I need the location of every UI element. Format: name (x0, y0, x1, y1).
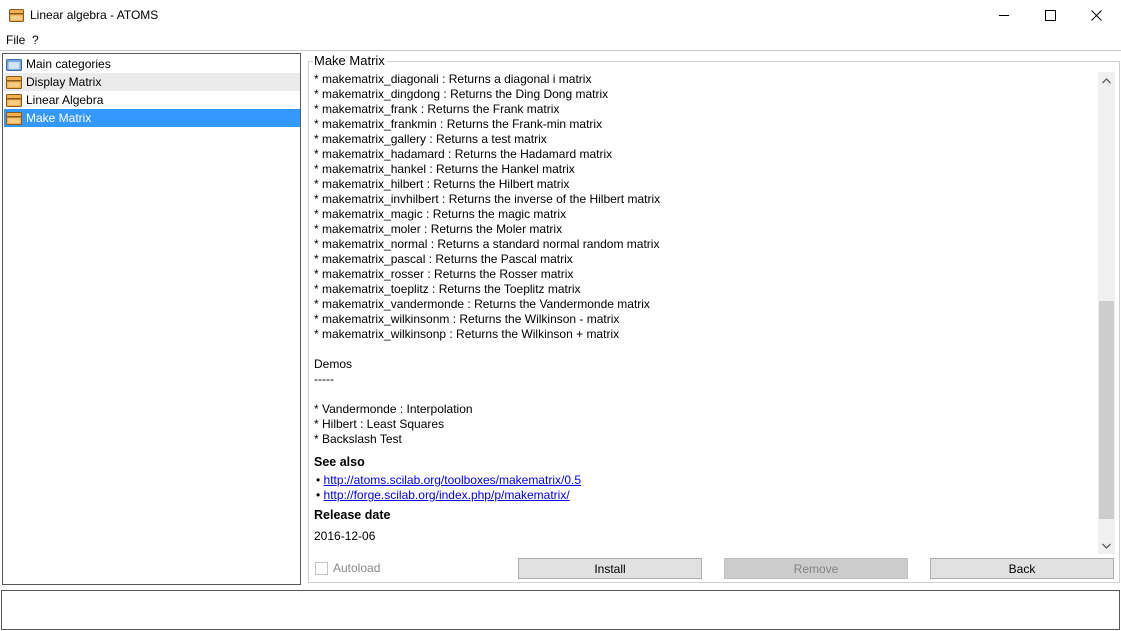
function-line: * makematrix_toeplitz : Returns the Toep… (314, 282, 581, 296)
maximize-icon (1044, 10, 1056, 21)
function-line: * makematrix_hilbert : Returns the Hilbe… (314, 177, 570, 191)
autoload-checkbox[interactable] (315, 561, 328, 575)
function-line: * makematrix_gallery : Returns a test ma… (314, 132, 547, 146)
menu-help[interactable]: ? (32, 33, 39, 47)
demo-line: * Vandermonde : Interpolation (314, 402, 473, 416)
tree-item-label: Make Matrix (26, 111, 92, 125)
vertical-scrollbar[interactable] (1098, 72, 1115, 554)
demos-heading: Demos (314, 357, 353, 371)
tree-item-main-categories[interactable]: Main categories (4, 55, 300, 73)
autoload-label: Autoload (333, 561, 381, 575)
maximize-button[interactable] (1027, 0, 1073, 31)
tree-item-make-matrix[interactable]: Make Matrix (4, 109, 300, 127)
tree-item-label: Main categories (26, 57, 111, 71)
remove-button[interactable]: Remove (724, 558, 908, 579)
function-line: * makematrix_wilkinsonm : Returns the Wi… (314, 312, 620, 326)
scroll-down-button[interactable] (1098, 537, 1115, 554)
forge-link[interactable]: http://forge.scilab.org/index.php/p/make… (324, 488, 570, 502)
see-also-heading: See also (314, 455, 365, 469)
minimize-button[interactable] (981, 0, 1027, 31)
function-line: * makematrix_hankel : Returns the Hankel… (314, 162, 575, 176)
module-description: * makematrix_diagonali : Returns a diago… (314, 72, 1094, 554)
demos-underline: ----- (314, 372, 334, 386)
function-line: * makematrix_frank : Returns the Frank m… (314, 102, 560, 116)
autoload-option: Autoload (315, 561, 380, 575)
folder-icon (6, 58, 22, 71)
function-line: * makematrix_normal : Returns a standard… (314, 237, 660, 251)
close-button[interactable] (1073, 0, 1119, 31)
module-title: Make Matrix (313, 53, 387, 68)
function-line: * makematrix_frankmin : Returns the Fran… (314, 117, 603, 131)
tree-item-linear-algebra[interactable]: Linear Algebra (4, 91, 300, 109)
function-line: * makematrix_hadamard : Returns the Hada… (314, 147, 613, 161)
menu-bar: File ? (0, 31, 1121, 50)
title-bar: Linear algebra - ATOMS (0, 0, 1121, 31)
package-icon (6, 111, 22, 125)
link-item: • http://atoms.scilab.org/toolboxes/make… (316, 473, 581, 487)
function-line: * makematrix_moler : Returns the Moler m… (314, 222, 563, 236)
function-line: * makematrix_magic : Returns the magic m… (314, 207, 567, 221)
window-title: Linear algebra - ATOMS (30, 8, 159, 22)
install-button[interactable]: Install (518, 558, 702, 579)
function-line: * makematrix_wilkinsonp : Returns the Wi… (314, 327, 620, 341)
scroll-thumb[interactable] (1099, 301, 1114, 519)
back-button[interactable]: Back (930, 558, 1114, 579)
close-icon (1090, 10, 1102, 21)
package-icon (6, 75, 22, 89)
atoms-app-icon (9, 9, 24, 22)
release-date-heading: Release date (314, 508, 391, 522)
menu-file[interactable]: File (6, 33, 25, 47)
function-line: * makematrix_vandermonde : Returns the V… (314, 297, 650, 311)
function-line: * makematrix_diagonali : Returns a diago… (314, 72, 592, 86)
chevron-down-icon (1102, 543, 1111, 549)
chevron-up-icon (1102, 77, 1111, 83)
function-line: * makematrix_rosser : Returns the Rosser… (314, 267, 574, 281)
minimize-icon (998, 15, 1009, 16)
tree-item-label: Linear Algebra (26, 93, 104, 107)
function-line: * makematrix_pascal : Returns the Pascal… (314, 252, 573, 266)
package-icon (6, 93, 22, 107)
status-bar (1, 590, 1120, 630)
release-date-value: 2016-12-06 (314, 529, 376, 543)
tree-item-display-matrix[interactable]: Display Matrix (4, 73, 300, 91)
demo-line: * Hilbert : Least Squares (314, 417, 445, 431)
atoms-link[interactable]: http://atoms.scilab.org/toolboxes/makema… (324, 473, 581, 487)
link-item: • http://forge.scilab.org/index.php/p/ma… (316, 488, 570, 502)
scroll-up-button[interactable] (1098, 72, 1115, 89)
function-line: * makematrix_dingdong : Returns the Ding… (314, 87, 609, 101)
category-tree: Main categories Display Matrix Linear Al… (2, 53, 301, 585)
demo-line: * Backslash Test (314, 432, 402, 446)
tree-item-label: Display Matrix (26, 75, 102, 89)
function-line: * makematrix_invhilbert : Returns the in… (314, 192, 661, 206)
